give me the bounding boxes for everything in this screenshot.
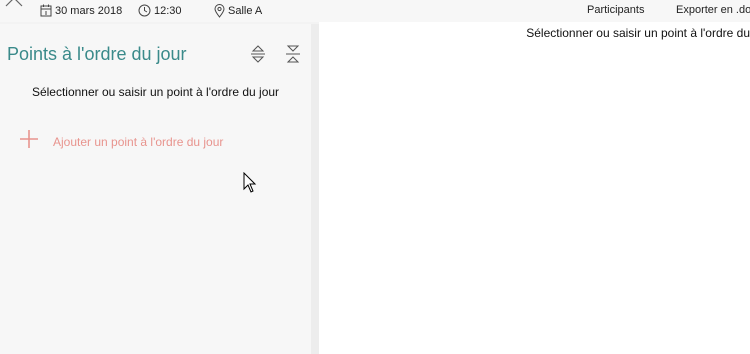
expand-all-icon[interactable] — [249, 44, 267, 64]
meeting-time-text: 12:30 — [154, 4, 182, 17]
export-label: Exporter en .do — [676, 4, 750, 16]
meeting-location-text: Salle A — [228, 5, 263, 17]
location-pin-icon — [214, 4, 225, 18]
add-agenda-item-button[interactable]: Ajouter un point à l'ordre du jour — [19, 129, 223, 154]
meeting-location: Salle A — [214, 4, 262, 18]
meeting-date: 30 mars 2018 — [40, 4, 122, 17]
agenda-empty-hint: Sélectionner ou saisir un point à l'ordr… — [31, 85, 280, 99]
agenda-panel: Points à l'ordre du jour Sélectionner ou… — [0, 24, 311, 354]
panel-divider[interactable] — [311, 24, 319, 354]
chevron-up-icon[interactable] — [4, 0, 24, 8]
agenda-title: Points à l'ordre du jour — [7, 44, 187, 64]
plus-icon — [19, 129, 39, 154]
top-bar: 30 mars 2018 12:30 Salle A Participants … — [0, 0, 750, 22]
meeting-time: 12:30 — [138, 4, 182, 17]
participants-button[interactable]: Participants — [587, 4, 644, 16]
collapse-all-icon[interactable] — [284, 44, 302, 64]
clock-icon — [138, 4, 151, 17]
detail-empty-hint: Sélectionner ou saisir un point à l'ordr… — [526, 26, 750, 40]
participants-label: Participants — [587, 4, 645, 16]
add-agenda-item-label: Ajouter un point à l'ordre du jour — [53, 134, 224, 149]
mouse-cursor-icon — [243, 171, 257, 199]
detail-panel: Sélectionner ou saisir un point à l'ordr… — [319, 22, 750, 354]
calendar-icon — [40, 4, 52, 17]
meeting-date-text: 30 mars 2018 — [55, 4, 123, 17]
export-button[interactable]: Exporter en .do — [676, 4, 750, 16]
